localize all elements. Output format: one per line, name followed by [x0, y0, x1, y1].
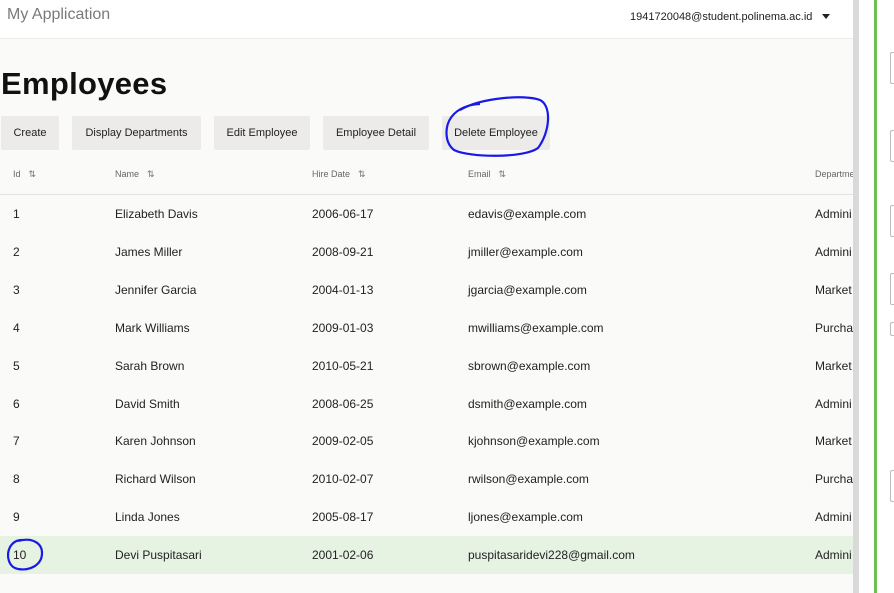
cell-department: Admini [815, 396, 852, 411]
cell-department: Admini [815, 244, 852, 259]
cell-email: ljones@example.com [468, 510, 583, 525]
cell-name: David Smith [115, 396, 180, 411]
cell-hire-date: 2008-09-21 [312, 244, 374, 259]
sort-arrows-icon[interactable]: ⇅ [29, 169, 37, 179]
cell-email: jmiller@example.com [468, 244, 583, 259]
cell-email: dsmith@example.com [468, 396, 587, 411]
cell-email: edavis@example.com [468, 207, 587, 221]
cell-id: 2 [13, 244, 20, 259]
cell-name: Elizabeth Davis [115, 207, 198, 221]
panel-input[interactable] [890, 273, 894, 305]
cell-name: Linda Jones [115, 510, 180, 525]
table-row[interactable]: 9 Linda Jones 2005-08-17 ljones@example.com… [0, 498, 853, 536]
panel-input[interactable] [890, 130, 894, 162]
delete-employee-button[interactable]: Delete Employee [442, 116, 550, 150]
cell-email: sbrown@example.com [468, 358, 591, 373]
cell-name: Jennifer Garcia [115, 282, 197, 297]
sort-arrows-icon[interactable]: ⇅ [147, 169, 155, 179]
side-panel [853, 0, 894, 593]
cell-hire-date: 2010-02-07 [312, 472, 374, 487]
table-row[interactable]: 4 Mark Williams 2009-01-03 mwilliams@exampl… [0, 309, 853, 347]
cell-hire-date: 2009-02-05 [312, 434, 374, 449]
cell-id: 5 [13, 358, 20, 373]
cell-hire-date: 2006-06-17 [312, 207, 374, 221]
cell-id: 6 [13, 396, 20, 411]
cell-department: Admini [815, 548, 852, 563]
cell-id: 3 [13, 282, 20, 297]
cell-hire-date: 2010-05-21 [312, 358, 374, 373]
table-row[interactable]: 1 Elizabeth Davis 2006-06-17 edavis@example… [0, 195, 853, 233]
cell-email: kjohnson@example.com [468, 434, 600, 449]
cell-department: Admini [815, 510, 852, 525]
panel-input[interactable] [890, 205, 894, 237]
cell-department: Market [815, 434, 852, 449]
cell-email: puspitasaridevi228@gmail.com [468, 548, 635, 563]
employee-detail-button[interactable]: Employee Detail [323, 116, 429, 150]
cell-hire-date: 2005-08-17 [312, 510, 374, 525]
cell-name: Devi Puspitasari [115, 548, 202, 563]
cell-hire-date: 2008-06-25 [312, 396, 374, 411]
top-bar: My Application 1941720048@student.poline… [0, 0, 853, 39]
app-title[interactable]: My Application [7, 6, 110, 24]
cell-name: Sarah Brown [115, 358, 185, 373]
sort-arrows-icon[interactable]: ⇅ [358, 169, 366, 179]
cell-id: 4 [13, 320, 20, 335]
cell-email: mwilliams@example.com [468, 320, 604, 335]
cell-name: James Miller [115, 244, 183, 259]
panel-input[interactable] [890, 52, 894, 84]
cell-hire-date: 2009-01-03 [312, 320, 374, 335]
cell-id: 8 [13, 472, 20, 487]
table-row[interactable]: 3 Jennifer Garcia 2004-01-13 jgarcia@exampl… [0, 271, 853, 309]
column-header-hire-date[interactable]: Hire Date ⇅ [312, 169, 366, 180]
cell-id: 1 [13, 207, 20, 221]
column-header-email[interactable]: Email ⇅ [468, 169, 506, 180]
user-email[interactable]: 1941720048@student.polinema.ac.id [630, 11, 812, 23]
panel-input[interactable] [890, 470, 894, 502]
cell-department: Market [815, 358, 852, 373]
table-row[interactable]: 6 David Smith 2008-06-25 dsmith@example.com… [0, 385, 853, 423]
main-content: Employees Create Display Departments Edi… [0, 39, 853, 593]
cell-name: Mark Williams [115, 320, 190, 335]
table-row[interactable]: 7 Karen Johnson 2009-02-05 kjohnson@example… [0, 422, 853, 460]
column-header-id[interactable]: Id ⇅ [13, 169, 36, 180]
column-header-department[interactable]: Departme [815, 169, 853, 179]
cell-email: rwilson@example.com [468, 472, 589, 487]
panel-divider[interactable] [853, 0, 859, 593]
display-departments-button[interactable]: Display Departments [72, 116, 201, 150]
table-row[interactable]: 8 Richard Wilson 2010-02-07 rwilson@example… [0, 460, 853, 498]
table-header: Id ⇅ Name ⇅ Hire Date ⇅ Email ⇅ Departme [0, 153, 853, 195]
sort-arrows-icon[interactable]: ⇅ [499, 169, 507, 179]
create-button[interactable]: Create [1, 116, 59, 150]
cell-hire-date: 2001-02-06 [312, 548, 374, 563]
cell-department: Admini [815, 207, 852, 221]
cell-id: 7 [13, 434, 20, 449]
edit-employee-button[interactable]: Edit Employee [214, 116, 310, 150]
cell-id: 10 [13, 548, 27, 563]
chevron-down-icon[interactable] [822, 14, 830, 19]
cell-department: Purcha [815, 472, 853, 487]
cell-name: Richard Wilson [115, 472, 196, 487]
table-row[interactable]: 10 Devi Puspitasari 2001-02-06 puspitasarid… [0, 536, 853, 575]
panel-accent-bar [874, 0, 877, 593]
cell-hire-date: 2004-01-13 [312, 282, 374, 297]
page-title: Employees [1, 66, 168, 101]
cell-department: Purcha [815, 320, 853, 335]
cell-name: Karen Johnson [115, 434, 196, 449]
cell-email: jgarcia@example.com [468, 282, 587, 297]
cell-department: Market [815, 282, 852, 297]
panel-checkbox[interactable] [890, 322, 894, 336]
table-row[interactable]: 5 Sarah Brown 2010-05-21 sbrown@example.com… [0, 347, 853, 385]
employees-table: Id ⇅ Name ⇅ Hire Date ⇅ Email ⇅ Departme 1 El… [0, 153, 853, 593]
table-row[interactable]: 2 James Miller 2008-09-21 jmiller@example.c… [0, 233, 853, 271]
cell-id: 9 [13, 510, 20, 525]
column-header-name[interactable]: Name ⇅ [115, 169, 155, 180]
